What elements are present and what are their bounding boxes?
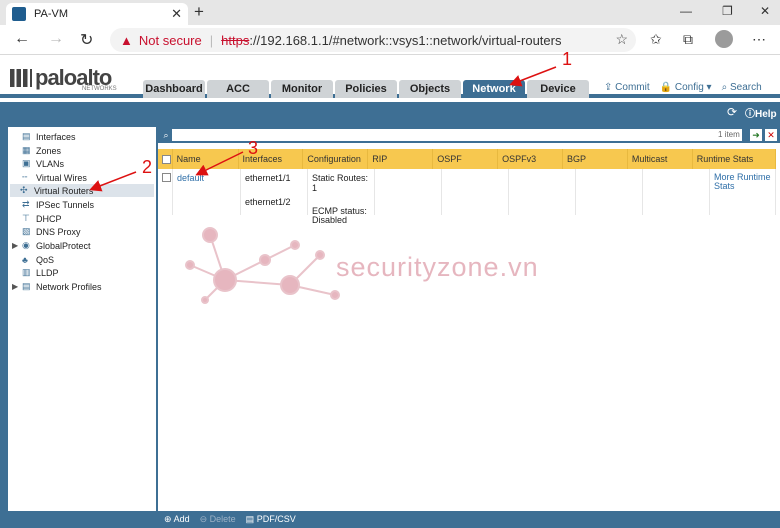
callout-1: 1 — [562, 49, 573, 69]
callout-2: 2 — [142, 157, 153, 177]
arrow-1 — [509, 66, 557, 87]
callout-3: 3 — [248, 138, 259, 158]
annotation-arrows — [89, 66, 557, 192]
arrow-2 — [89, 171, 137, 192]
arrow-3 — [195, 151, 244, 176]
